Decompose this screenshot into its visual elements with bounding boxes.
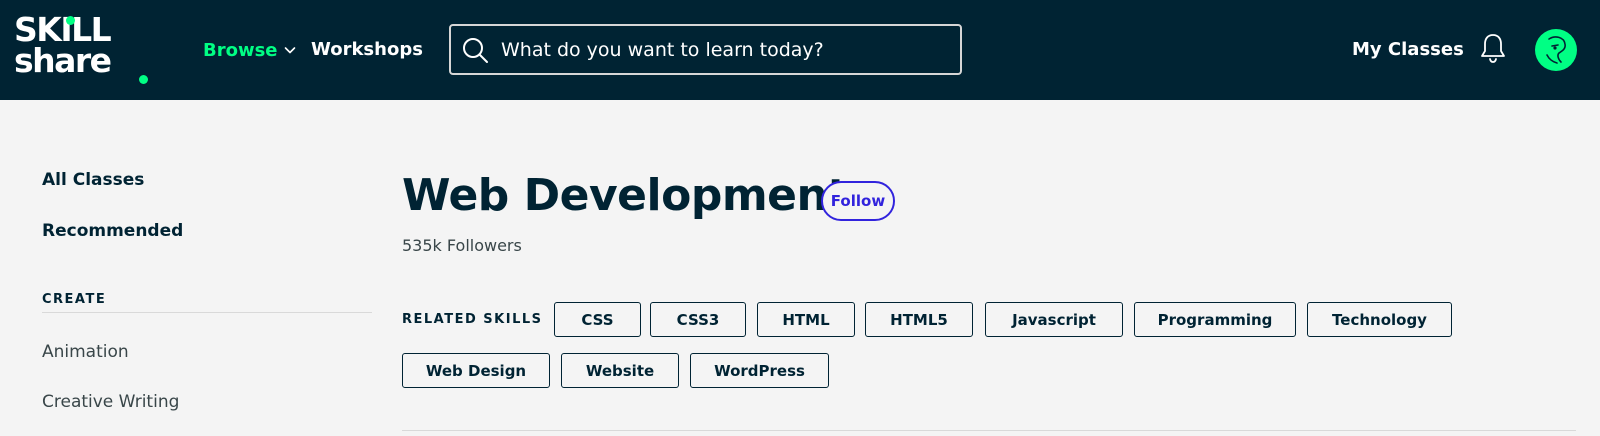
sidebar-item-animation[interactable]: Animation xyxy=(42,342,129,362)
skill-chip-web-design[interactable]: Web Design xyxy=(402,353,550,388)
skill-chip-wordpress[interactable]: WordPress xyxy=(690,353,829,388)
bell-icon[interactable] xyxy=(1479,32,1507,64)
skill-chip-technology[interactable]: Technology xyxy=(1307,302,1452,337)
follower-count: 535k Followers xyxy=(402,236,522,255)
avatar[interactable] xyxy=(1535,29,1577,71)
skill-chip-css3[interactable]: CSS3 xyxy=(650,302,746,337)
chevron-down-icon xyxy=(284,47,295,54)
search-bar[interactable]: What do you want to learn today? xyxy=(449,24,962,75)
search-placeholder[interactable]: What do you want to learn today? xyxy=(501,39,824,61)
logo-dot-bottom xyxy=(139,75,148,84)
sidebar-section-title: CREATE xyxy=(42,292,107,307)
logo-dot-top xyxy=(66,16,75,25)
sidebar-item-recommended[interactable]: Recommended xyxy=(42,221,183,241)
avatar-face-icon xyxy=(1546,36,1566,64)
skill-chip-html5[interactable]: HTML5 xyxy=(865,302,973,337)
skill-chip-javascript[interactable]: Javascript xyxy=(985,302,1123,337)
logo-line-2: share xyxy=(14,41,112,80)
skill-chip-programming[interactable]: Programming xyxy=(1134,302,1296,337)
follow-button[interactable]: Follow xyxy=(821,181,895,221)
workshops-link[interactable]: Workshops xyxy=(311,37,423,63)
sidebar-item-all-classes[interactable]: All Classes xyxy=(42,170,144,190)
top-navigation-bar: SKILL share Browse Workshops What do you… xyxy=(0,0,1600,100)
my-classes-link[interactable]: My Classes xyxy=(1352,37,1464,63)
sidebar-item-creative-writing[interactable]: Creative Writing xyxy=(42,392,179,412)
page-title: Web Development xyxy=(402,170,848,221)
browse-menu-button[interactable]: Browse xyxy=(203,37,296,63)
sidebar-divider xyxy=(42,312,372,313)
skillshare-logo[interactable]: SKILL share xyxy=(14,13,154,90)
skill-chip-css[interactable]: CSS xyxy=(554,302,641,337)
skill-chip-website[interactable]: Website xyxy=(561,353,679,388)
content-divider xyxy=(402,430,1576,431)
search-icon xyxy=(463,37,488,63)
related-skills-label: RELATED SKILLS xyxy=(402,312,543,327)
skill-chip-html[interactable]: HTML xyxy=(757,302,855,337)
browse-label: Browse xyxy=(203,39,278,61)
